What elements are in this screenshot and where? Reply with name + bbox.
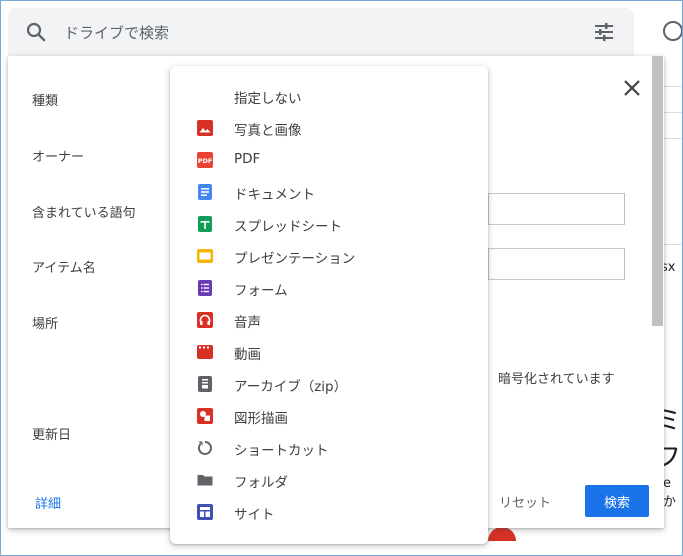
label-owner: オーナー (32, 150, 85, 165)
menu-item-audio[interactable]: 音声 (170, 304, 488, 336)
menu-item-label: スプレッドシート (234, 219, 342, 235)
bg-divider (663, 138, 683, 139)
menu-item-images[interactable]: 写真と画像 (170, 112, 488, 144)
menu-item-sites[interactable]: サイト (170, 496, 488, 528)
menu-item-label: フォーム (234, 283, 288, 299)
menu-item-label: アーカイブ（zip） (234, 379, 348, 395)
menu-item-label: 音声 (234, 315, 261, 331)
bg-divider (663, 86, 683, 87)
details-link[interactable]: 詳細 (35, 493, 61, 512)
menu-item-label: プレゼンテーション (234, 251, 356, 267)
bg-divider (663, 112, 683, 113)
image-icon (197, 120, 213, 136)
drawing-icon (197, 408, 213, 424)
forms-icon (198, 280, 212, 296)
search-icon[interactable] (24, 20, 48, 44)
menu-item-label: サイト (234, 507, 275, 523)
menu-item-video[interactable]: 動画 (170, 336, 488, 368)
search-input[interactable]: ドライブで検索 (64, 22, 169, 43)
docs-icon (198, 184, 212, 200)
menu-item-label: 動画 (234, 347, 261, 363)
item-name-input[interactable] (488, 248, 625, 280)
encrypted-option-label[interactable]: 暗号化されています (498, 368, 615, 387)
close-icon[interactable] (620, 76, 644, 100)
menu-item-archive[interactable]: アーカイブ（zip） (170, 368, 488, 400)
drive-search-bar[interactable]: ドライブで検索 (8, 8, 634, 56)
bg-text-fragment: e か (663, 476, 677, 510)
bg-divider (663, 244, 683, 245)
label-modified-date: 更新日 (32, 428, 72, 443)
menu-item-label: 写真と画像 (234, 123, 302, 139)
tune-icon[interactable] (592, 20, 616, 44)
shortcut-icon (197, 441, 212, 455)
menu-item-folder[interactable]: フォルダ (170, 464, 488, 496)
menu-item-label: ドキュメント (234, 187, 315, 203)
label-location: 場所 (32, 317, 59, 332)
scrollbar-thumb[interactable] (652, 56, 663, 326)
menu-item-slides[interactable]: プレゼンテーション (170, 240, 488, 272)
menu-item-label: 指定しない (234, 91, 302, 107)
help-icon[interactable] (660, 18, 683, 44)
contains-words-input[interactable] (488, 193, 625, 225)
label-type: 種類 (32, 94, 59, 109)
menu-item-sheets[interactable]: スプレッドシート (170, 208, 488, 240)
top-bar: ドライブで検索 (0, 0, 683, 56)
pdf-icon: PDF (197, 152, 213, 168)
folder-icon (197, 475, 213, 486)
menu-item-label: PDF (234, 151, 261, 167)
menu-item-drawing[interactable]: 図形描画 (170, 400, 488, 432)
sites-icon (197, 504, 213, 520)
label-contains-words: 含まれている語句 (32, 206, 136, 221)
slides-icon (197, 249, 213, 263)
bg-image-fragment (488, 527, 516, 541)
menu-item-any[interactable]: 指定しない (170, 80, 488, 112)
archive-icon (198, 376, 212, 392)
menu-item-label: ショートカット (234, 443, 329, 459)
menu-item-label: フォルダ (234, 475, 288, 491)
menu-item-forms[interactable]: フォーム (170, 272, 488, 304)
video-icon (197, 345, 213, 359)
menu-item-pdf[interactable]: PDF PDF (170, 144, 488, 176)
reset-button[interactable]: リセット (486, 485, 564, 517)
menu-item-label: 図形描画 (234, 411, 288, 427)
type-dropdown-menu: 指定しない 写真と画像 PDF PDF ドキュメント スプレッドシート プレゼン… (170, 66, 488, 544)
svg-text:PDF: PDF (198, 157, 213, 165)
menu-item-docs[interactable]: ドキュメント (170, 176, 488, 208)
audio-icon (197, 312, 213, 328)
menu-item-shortcut[interactable]: ショートカット (170, 432, 488, 464)
search-button[interactable]: 検索 (585, 485, 649, 517)
label-item-name: アイテム名 (32, 261, 96, 276)
sheets-icon (198, 216, 212, 232)
